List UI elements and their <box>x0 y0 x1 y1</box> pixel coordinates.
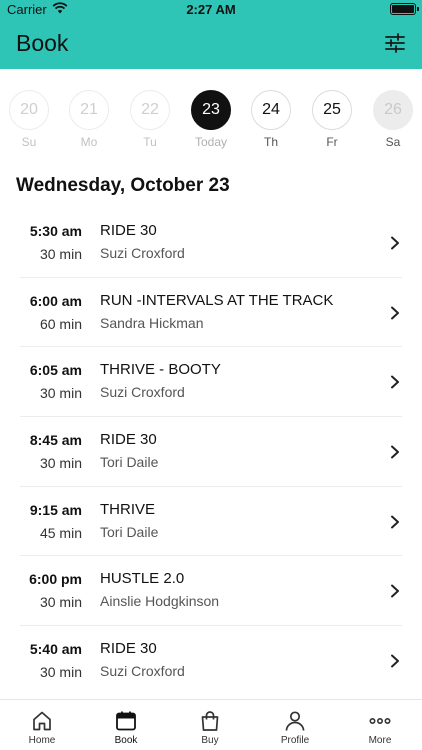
status-time: 2:27 AM <box>186 2 236 17</box>
class-instructor: Suzi Croxford <box>100 663 185 680</box>
class-duration: 60 min <box>39 315 82 332</box>
day-label: Fr <box>326 135 338 149</box>
tab-label: Buy <box>201 735 219 746</box>
day-label: Today <box>194 135 228 149</box>
chevron-right-icon <box>391 375 399 389</box>
class-time: 5:30 am <box>29 223 82 239</box>
chevron-right-icon <box>391 584 399 598</box>
day-tuesday[interactable]: 22 Tu <box>128 90 172 149</box>
class-name: RUN -INTERVALS AT THE TRACK <box>100 291 334 309</box>
class-list: 5:30 am 30 min RIDE 30 Suzi Croxford 6:0… <box>20 208 402 696</box>
day-number: 22 <box>130 90 170 130</box>
class-time: 6:00 pm <box>29 571 82 588</box>
day-number: 24 <box>251 90 291 130</box>
class-duration: 30 min <box>39 594 82 611</box>
class-row[interactable]: 8:45 am 30 min RIDE 30 Tori Daile <box>20 417 402 487</box>
battery-icon <box>390 3 419 15</box>
status-bar: Carrier 2:27 AM <box>0 0 422 20</box>
day-label: Tu <box>143 135 157 149</box>
home-icon <box>33 711 51 731</box>
app-header: Carrier 2:27 AM Book <box>0 0 422 69</box>
tab-home[interactable]: Home <box>0 700 84 750</box>
class-row[interactable]: 9:15 am 45 min THRIVE Tori Daile <box>20 487 402 557</box>
class-time: 6:00 am <box>29 292 82 309</box>
tab-bar: Home Book Buy Profile More <box>0 699 422 750</box>
page-title: Book <box>16 30 69 56</box>
tab-profile[interactable]: Profile <box>253 700 337 750</box>
class-instructor: Sandra Hickman <box>100 314 204 331</box>
ellipsis-icon <box>369 718 391 725</box>
day-number: 20 <box>9 90 49 130</box>
day-saturday[interactable]: 26 Sa <box>371 90 415 149</box>
chevron-right-icon <box>391 654 399 668</box>
day-monday[interactable]: 21 Mo <box>67 90 111 149</box>
class-name: RIDE 30 <box>100 222 157 239</box>
class-name: RIDE 30 <box>100 640 157 658</box>
class-duration: 30 min <box>39 455 82 472</box>
class-name: RIDE 30 <box>100 431 157 449</box>
class-time: 8:45 am <box>29 432 82 449</box>
tab-buy[interactable]: Buy <box>168 700 252 750</box>
day-label: Su <box>21 135 37 149</box>
class-name: THRIVE <box>100 500 156 518</box>
date-heading: Wednesday, October 23 <box>16 175 230 196</box>
class-time: 6:05 am <box>29 362 82 379</box>
week-selector: 20 Su 21 Mo 22 Tu 23 Today 24 Th 25 Fr 2… <box>0 90 422 156</box>
class-row[interactable]: 5:30 am 30 min RIDE 30 Suzi Croxford <box>20 208 402 278</box>
class-duration: 30 min <box>39 664 82 681</box>
tab-book[interactable]: Book <box>84 700 168 750</box>
day-number: 25 <box>312 90 352 130</box>
day-friday[interactable]: 25 Fr <box>310 90 354 149</box>
day-number: 26 <box>373 90 413 130</box>
day-sunday[interactable]: 20 Su <box>7 90 51 149</box>
class-instructor: Suzi Croxford <box>100 245 185 261</box>
class-time: 5:40 am <box>29 641 82 658</box>
class-name: THRIVE - BOOTY <box>100 361 221 379</box>
chevron-right-icon <box>391 306 399 320</box>
sliders-icon[interactable] <box>384 33 406 53</box>
class-row[interactable]: 6:00 pm 30 min HUSTLE 2.0 Ainslie Hodgki… <box>20 556 402 627</box>
class-name: HUSTLE 2.0 <box>100 570 185 588</box>
day-label: Sa <box>385 135 401 149</box>
chevron-right-icon <box>391 515 399 529</box>
day-number: 23 <box>191 90 231 130</box>
class-row[interactable]: 6:05 am 30 min THRIVE - BOOTY Suzi Croxf… <box>20 347 402 418</box>
chevron-right-icon <box>391 236 399 250</box>
class-instructor: Tori Daile <box>100 454 159 471</box>
person-icon <box>285 711 305 731</box>
tab-label: More <box>368 735 392 746</box>
day-today[interactable]: 23 Today <box>189 90 233 149</box>
tab-more[interactable]: More <box>338 700 422 750</box>
class-instructor: Suzi Croxford <box>100 384 185 401</box>
day-thursday[interactable]: 24 Th <box>249 90 293 149</box>
day-number: 21 <box>69 90 109 130</box>
chevron-right-icon <box>391 445 399 459</box>
tab-label: Profile <box>280 735 310 746</box>
tab-label: Home <box>28 735 56 746</box>
shopping-bag-icon <box>201 711 219 731</box>
class-instructor: Tori Daile <box>100 523 159 540</box>
class-duration: 45 min <box>39 524 82 541</box>
class-time: 9:15 am <box>29 501 82 518</box>
class-row[interactable]: 6:00 am 60 min RUN -INTERVALS AT THE TRA… <box>20 278 402 348</box>
tab-label: Book <box>114 735 138 746</box>
day-label: Mo <box>80 135 98 149</box>
class-duration: 30 min <box>39 246 82 262</box>
class-instructor: Ainslie Hodgkinson <box>100 593 220 610</box>
class-row[interactable]: 5:40 am 30 min RIDE 30 Suzi Croxford <box>20 626 402 696</box>
class-duration: 30 min <box>39 385 82 402</box>
calendar-icon <box>116 711 136 731</box>
day-label: Th <box>263 135 278 149</box>
